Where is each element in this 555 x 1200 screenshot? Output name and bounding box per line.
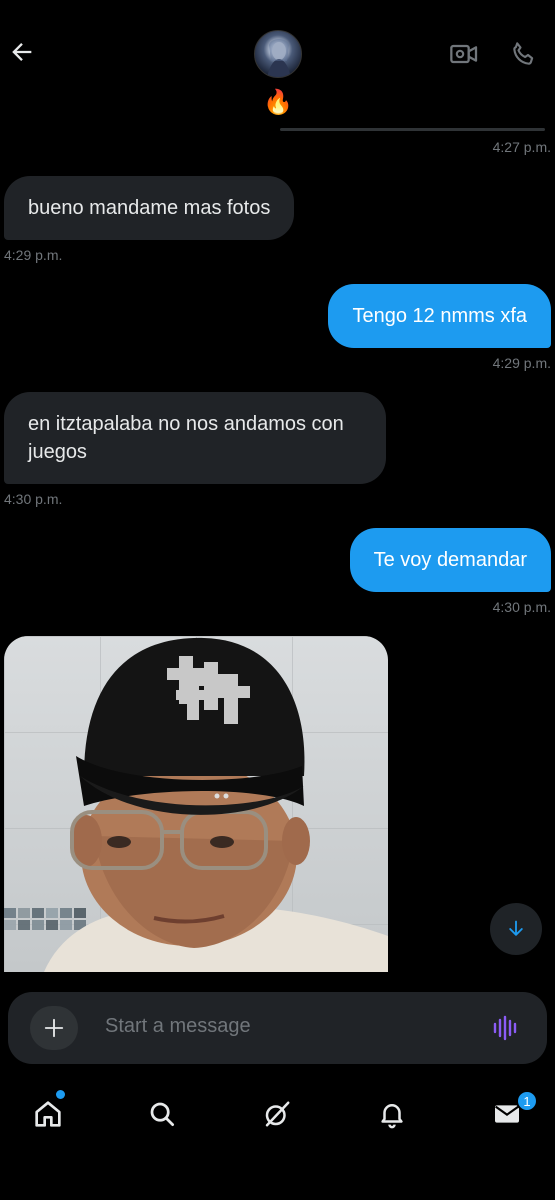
video-call-button[interactable] (446, 36, 482, 72)
home-unread-dot (56, 1090, 65, 1099)
plus-icon (44, 1018, 64, 1038)
incoming-message[interactable]: en itztapalaba no nos andamos con juegos (4, 392, 386, 484)
message-text: Tengo 12 nmms xfa (352, 305, 527, 327)
nav-search[interactable] (140, 1092, 184, 1136)
message-timestamp: 4:30 p.m. (492, 599, 551, 615)
contact-avatar[interactable] (254, 30, 302, 78)
voice-message-button[interactable] (488, 1010, 524, 1046)
previous-message-edge (280, 128, 545, 131)
grok-icon (265, 1101, 290, 1127)
message-text: bueno mandame mas fotos (28, 197, 271, 219)
scroll-to-bottom-button[interactable] (490, 903, 542, 955)
photo-message[interactable] (4, 636, 388, 972)
home-icon (35, 1101, 61, 1127)
message-text: en itztapalaba no nos andamos con juegos (28, 413, 344, 463)
messages-badge: 1 (516, 1090, 538, 1112)
message-timestamp: 4:29 p.m. (4, 247, 63, 263)
outgoing-message[interactable]: Te voy demandar (349, 528, 551, 592)
message-input[interactable]: Start a message (105, 1015, 251, 1038)
notifications-icon (381, 1104, 403, 1129)
avatar-figure-icon (267, 39, 291, 77)
message-timestamp: 4:30 p.m. (4, 491, 63, 507)
arrow-left-icon (12, 43, 32, 61)
contact-status-emoji: 🔥 (263, 88, 293, 116)
phone-icon (513, 42, 534, 65)
arrow-down-icon (509, 920, 523, 936)
message-text: Te voy demandar (373, 549, 527, 571)
nav-home[interactable] (26, 1092, 70, 1136)
message-timestamp: 4:27 p.m. (492, 139, 551, 155)
message-timestamp: 4:29 p.m. (492, 355, 551, 371)
search-icon (150, 1102, 174, 1126)
audio-waveform-icon (493, 1015, 517, 1041)
incoming-message[interactable]: bueno mandame mas fotos (4, 176, 295, 240)
nav-notifications[interactable] (370, 1092, 414, 1136)
video-camera-icon (450, 44, 478, 64)
photo-content (4, 637, 388, 972)
outgoing-message[interactable]: Tengo 12 nmms xfa (328, 284, 551, 348)
conversation-header: 🔥 (0, 0, 555, 131)
voice-call-button[interactable] (506, 36, 542, 72)
nav-grok[interactable] (255, 1092, 299, 1136)
back-button[interactable] (4, 34, 40, 70)
add-attachment-button[interactable] (30, 1006, 78, 1050)
message-composer: Start a message (8, 992, 547, 1064)
bottom-navigation (0, 1076, 555, 1200)
